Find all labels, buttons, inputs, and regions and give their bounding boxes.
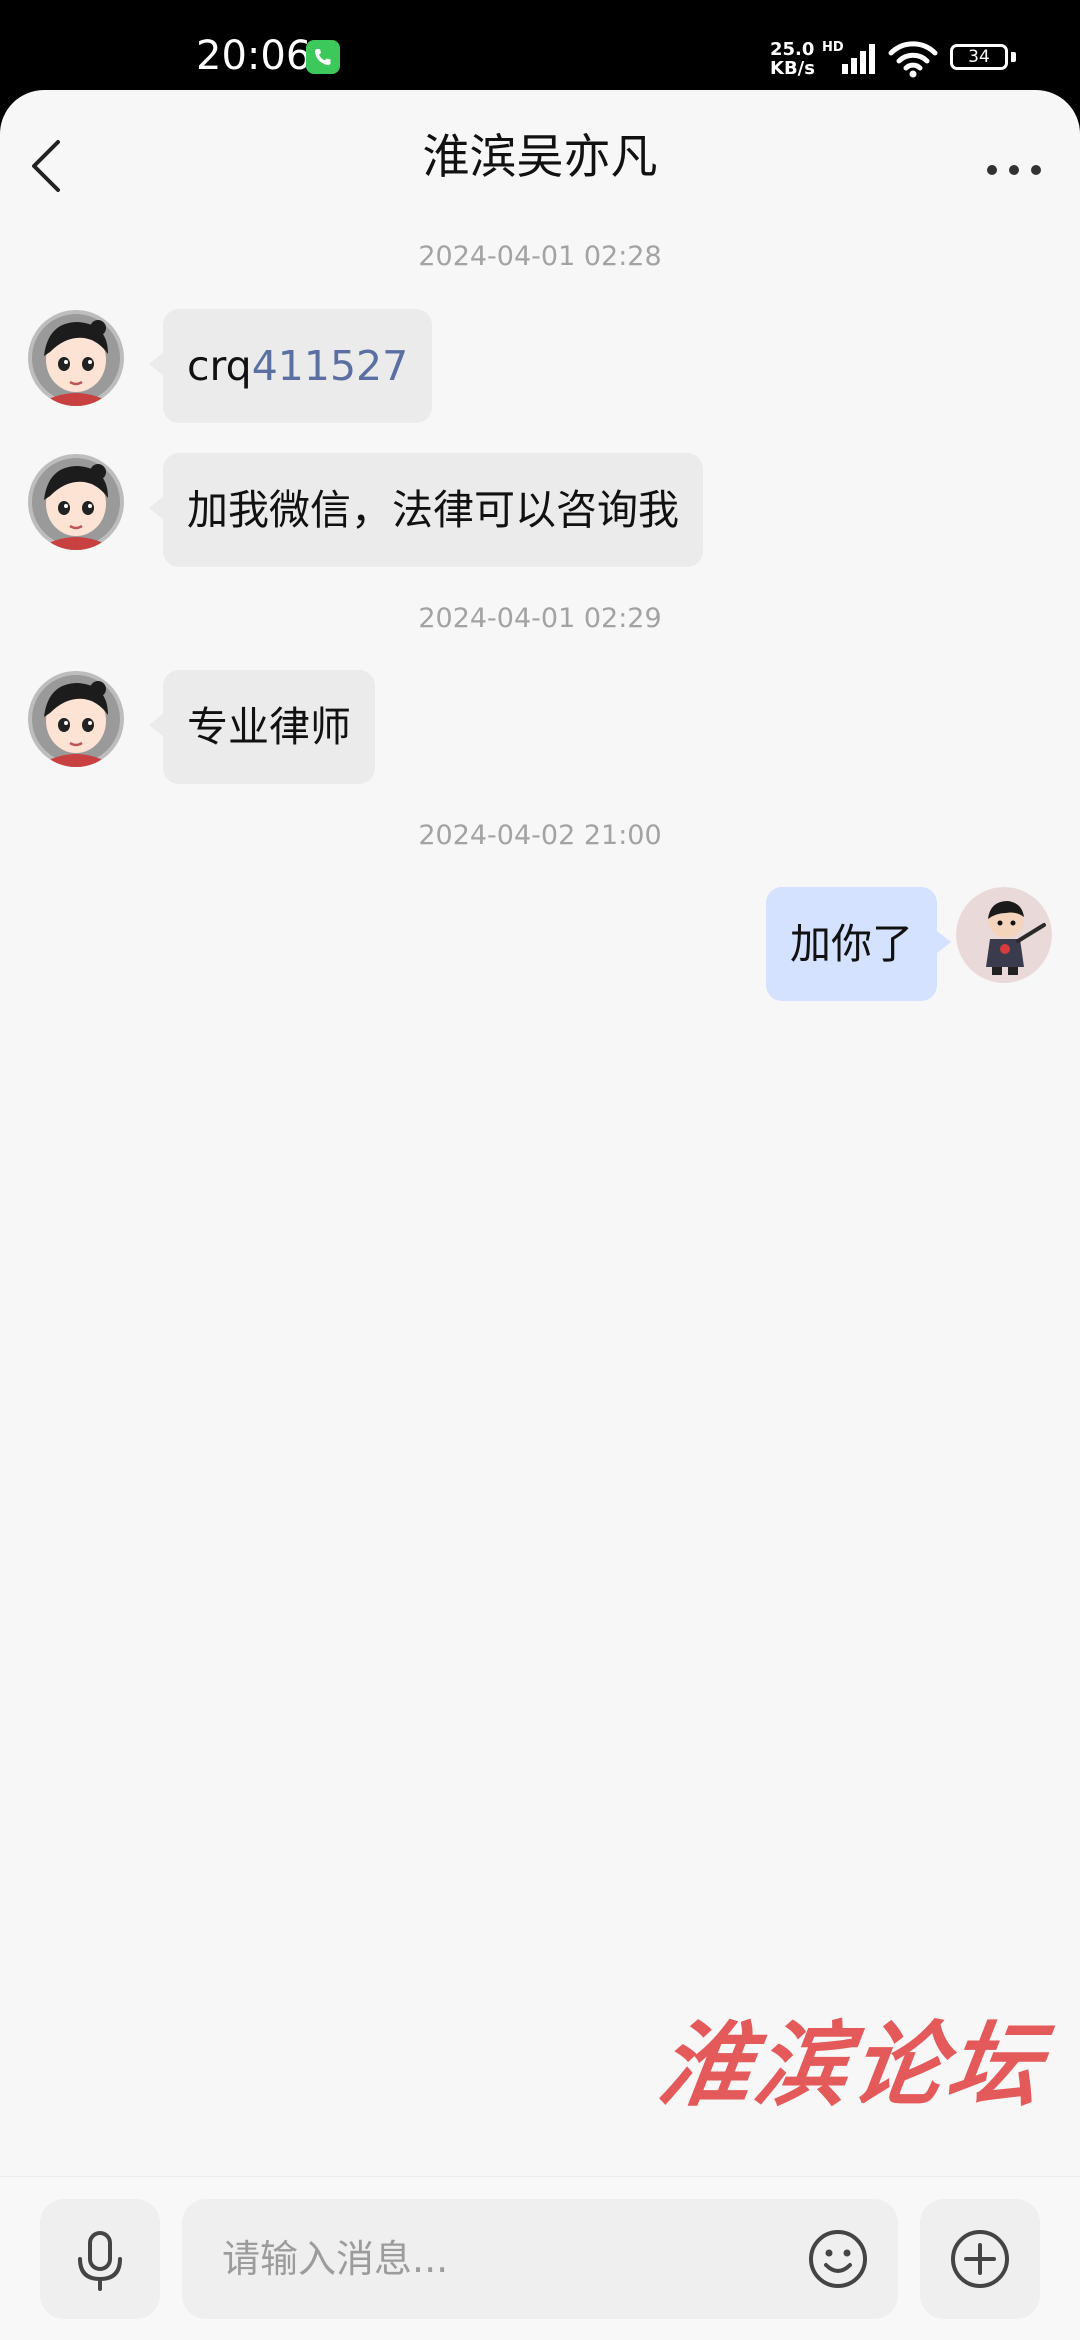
message-input[interactable]: 请输入消息... [182, 2199, 898, 2319]
chat-header: 淮滨吴亦凡 [0, 90, 1080, 220]
message-text: crq [187, 342, 252, 390]
cartoon-face-icon [28, 310, 124, 406]
incoming-message-bubble[interactable]: 专业律师 [149, 670, 375, 784]
wifi-icon [888, 41, 938, 78]
more-options-button[interactable] [980, 140, 1050, 200]
message-input-bar: 请输入消息... [0, 2176, 1080, 2340]
cartoon-boy-icon [956, 887, 1052, 983]
status-bar: 20:06 25.0 KB/s HD 34 [0, 0, 1080, 96]
more-actions-button[interactable] [920, 2199, 1040, 2319]
contact-avatar[interactable] [28, 454, 124, 550]
hd-label: HD [822, 40, 844, 55]
chat-title: 淮滨吴亦凡 [422, 130, 658, 185]
cartoon-face-icon [28, 671, 124, 767]
outgoing-message-bubble[interactable]: 加你了 [766, 887, 951, 1001]
signal-icon [842, 44, 875, 74]
network-speed: 25.0 KB/s [770, 40, 830, 78]
incoming-message-bubble[interactable]: crq411527 [148, 309, 433, 423]
chat-screen: 淮滨吴亦凡 2024-04-01 02:28 crq411527 加我微信，法律… [0, 90, 1080, 2340]
plus-circle-icon [951, 2230, 1009, 2288]
voice-input-button[interactable] [40, 2199, 160, 2319]
smiley-icon [809, 2230, 867, 2288]
message-timestamp: 2024-04-02 21:00 [418, 820, 662, 851]
battery-level: 34 [968, 47, 990, 67]
phone-call-icon[interactable] [306, 40, 340, 74]
phone-number-link[interactable]: 411527 [252, 342, 409, 390]
contact-avatar[interactable] [28, 671, 124, 767]
microphone-icon [78, 2231, 122, 2291]
battery-tip [1011, 52, 1016, 62]
contact-avatar[interactable] [28, 310, 124, 406]
incoming-message-bubble[interactable]: 加我微信，法律可以咨询我 [149, 453, 703, 567]
network-speed-unit: KB/s [770, 58, 815, 79]
status-time: 20:06 [196, 33, 312, 79]
emoji-button[interactable] [806, 2227, 870, 2291]
message-timestamp: 2024-04-01 02:28 [418, 241, 662, 272]
network-speed-value: 25.0 [770, 39, 815, 60]
cartoon-face-icon [28, 454, 124, 550]
more-dots-icon [987, 165, 1041, 175]
forum-watermark: 淮滨论坛 [652, 2011, 1052, 2119]
battery-icon: 34 [950, 44, 1008, 70]
message-input-placeholder: 请输入消息... [222, 2237, 449, 2281]
message-timestamp: 2024-04-01 02:29 [418, 603, 662, 634]
user-avatar[interactable] [956, 887, 1052, 983]
